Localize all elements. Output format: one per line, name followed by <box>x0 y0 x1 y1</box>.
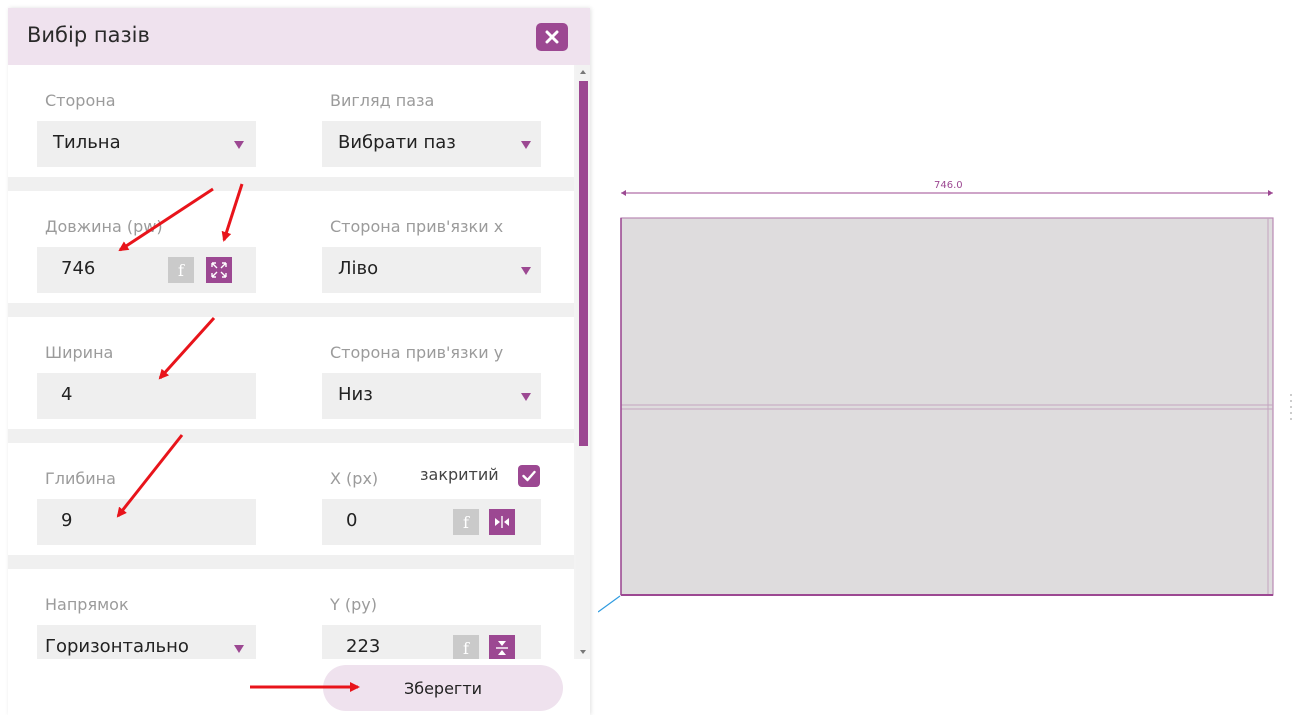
divider <box>8 555 574 569</box>
scroll-down-icon[interactable] <box>580 650 586 654</box>
divider <box>8 177 574 191</box>
form-scroll-area: Сторона Тильна Вигляд паза Вибрати паз Д… <box>8 65 590 659</box>
closed-checkbox[interactable] <box>518 465 540 487</box>
dialog-header: Вибір пазів <box>8 8 590 65</box>
dimension-arrow-right <box>1268 190 1273 196</box>
scrollbar-thumb[interactable] <box>579 81 588 446</box>
anchor-x-select[interactable]: Ліво <box>322 247 541 293</box>
y-field[interactable]: 223 f <box>322 625 541 659</box>
width-value: 4 <box>61 384 73 405</box>
side-select[interactable]: Тильна <box>37 121 256 167</box>
dimension-label: 746.0 <box>934 180 963 191</box>
section-width: Ширина 4 Сторона прив'язки y Низ <box>8 317 574 429</box>
chevron-down-icon <box>521 141 531 149</box>
groove-dialog: Вибір пазів Сторона Тильна Вигляд паза В… <box>8 8 590 715</box>
length-label: Довжина (pw) <box>45 217 163 236</box>
groove-type-label: Вигляд паза <box>330 91 435 110</box>
panel-rect <box>620 217 1274 596</box>
groove-type-value: Вибрати паз <box>338 132 456 153</box>
panel-preview: 746.0 <box>598 0 1301 715</box>
x-label: X (px) <box>330 469 379 488</box>
section-length: Довжина (pw) 746 f Сторона прив'язки x Л… <box>8 191 574 303</box>
divider <box>8 303 574 317</box>
y-formula-button[interactable]: f <box>453 635 479 659</box>
anchor-y-value: Низ <box>338 384 373 405</box>
section-depth: Глибина 9 X (px) закритий 0 f <box>8 443 574 555</box>
anchor-x-value: Ліво <box>338 258 379 279</box>
closed-label: закритий <box>420 465 499 484</box>
center-horizontal-icon <box>495 516 509 528</box>
side-label: Сторона <box>45 91 116 110</box>
close-button[interactable] <box>536 23 568 51</box>
anchor-x-label: Сторона прив'язки x <box>330 217 504 236</box>
direction-value: Горизонтально <box>45 636 189 657</box>
origin-axis-line <box>598 595 621 613</box>
length-expand-button[interactable] <box>206 257 232 283</box>
width-label: Ширина <box>45 343 114 362</box>
chevron-down-icon <box>234 645 244 653</box>
chevron-down-icon <box>521 267 531 275</box>
y-value: 223 <box>346 636 381 657</box>
direction-label: Напрямок <box>45 595 129 614</box>
width-field[interactable]: 4 <box>37 373 256 419</box>
x-field[interactable]: 0 f <box>322 499 541 545</box>
y-label: Y (py) <box>330 595 377 614</box>
length-formula-button[interactable]: f <box>168 257 194 283</box>
groove-type-select[interactable]: Вибрати паз <box>322 121 541 167</box>
checkmark-icon <box>522 470 536 482</box>
direction-select[interactable]: Горизонтально <box>37 625 256 659</box>
x-formula-button[interactable]: f <box>453 509 479 535</box>
save-button[interactable]: Зберегти <box>323 665 563 711</box>
section-direction: Напрямок Горизонтально Y (py) 223 f <box>8 569 574 659</box>
section-side: Сторона Тильна Вигляд паза Вибрати паз <box>8 65 574 177</box>
depth-field[interactable]: 9 <box>37 499 256 545</box>
dialog-footer: Зберегти <box>8 659 590 715</box>
divider <box>8 429 574 443</box>
chevron-down-icon <box>234 141 244 149</box>
dialog-title: Вибір пазів <box>27 23 150 47</box>
side-value: Тильна <box>53 132 121 153</box>
chevron-down-icon <box>521 393 531 401</box>
close-icon <box>545 30 559 44</box>
anchor-y-select[interactable]: Низ <box>322 373 541 419</box>
length-value: 746 <box>61 258 96 279</box>
scroll-up-icon[interactable] <box>580 70 586 74</box>
anchor-y-label: Сторона прив'язки y <box>330 343 504 362</box>
depth-value: 9 <box>61 510 73 531</box>
x-value: 0 <box>346 510 358 531</box>
length-field[interactable]: 746 f <box>37 247 256 293</box>
y-center-button[interactable] <box>489 635 515 659</box>
x-center-button[interactable] <box>489 509 515 535</box>
preview-canvas <box>598 190 1292 613</box>
scrollbar[interactable] <box>576 65 590 659</box>
center-vertical-icon <box>496 641 508 655</box>
dimension-arrow-left <box>621 190 626 196</box>
expand-icon <box>211 262 227 278</box>
depth-label: Глибина <box>45 469 116 488</box>
